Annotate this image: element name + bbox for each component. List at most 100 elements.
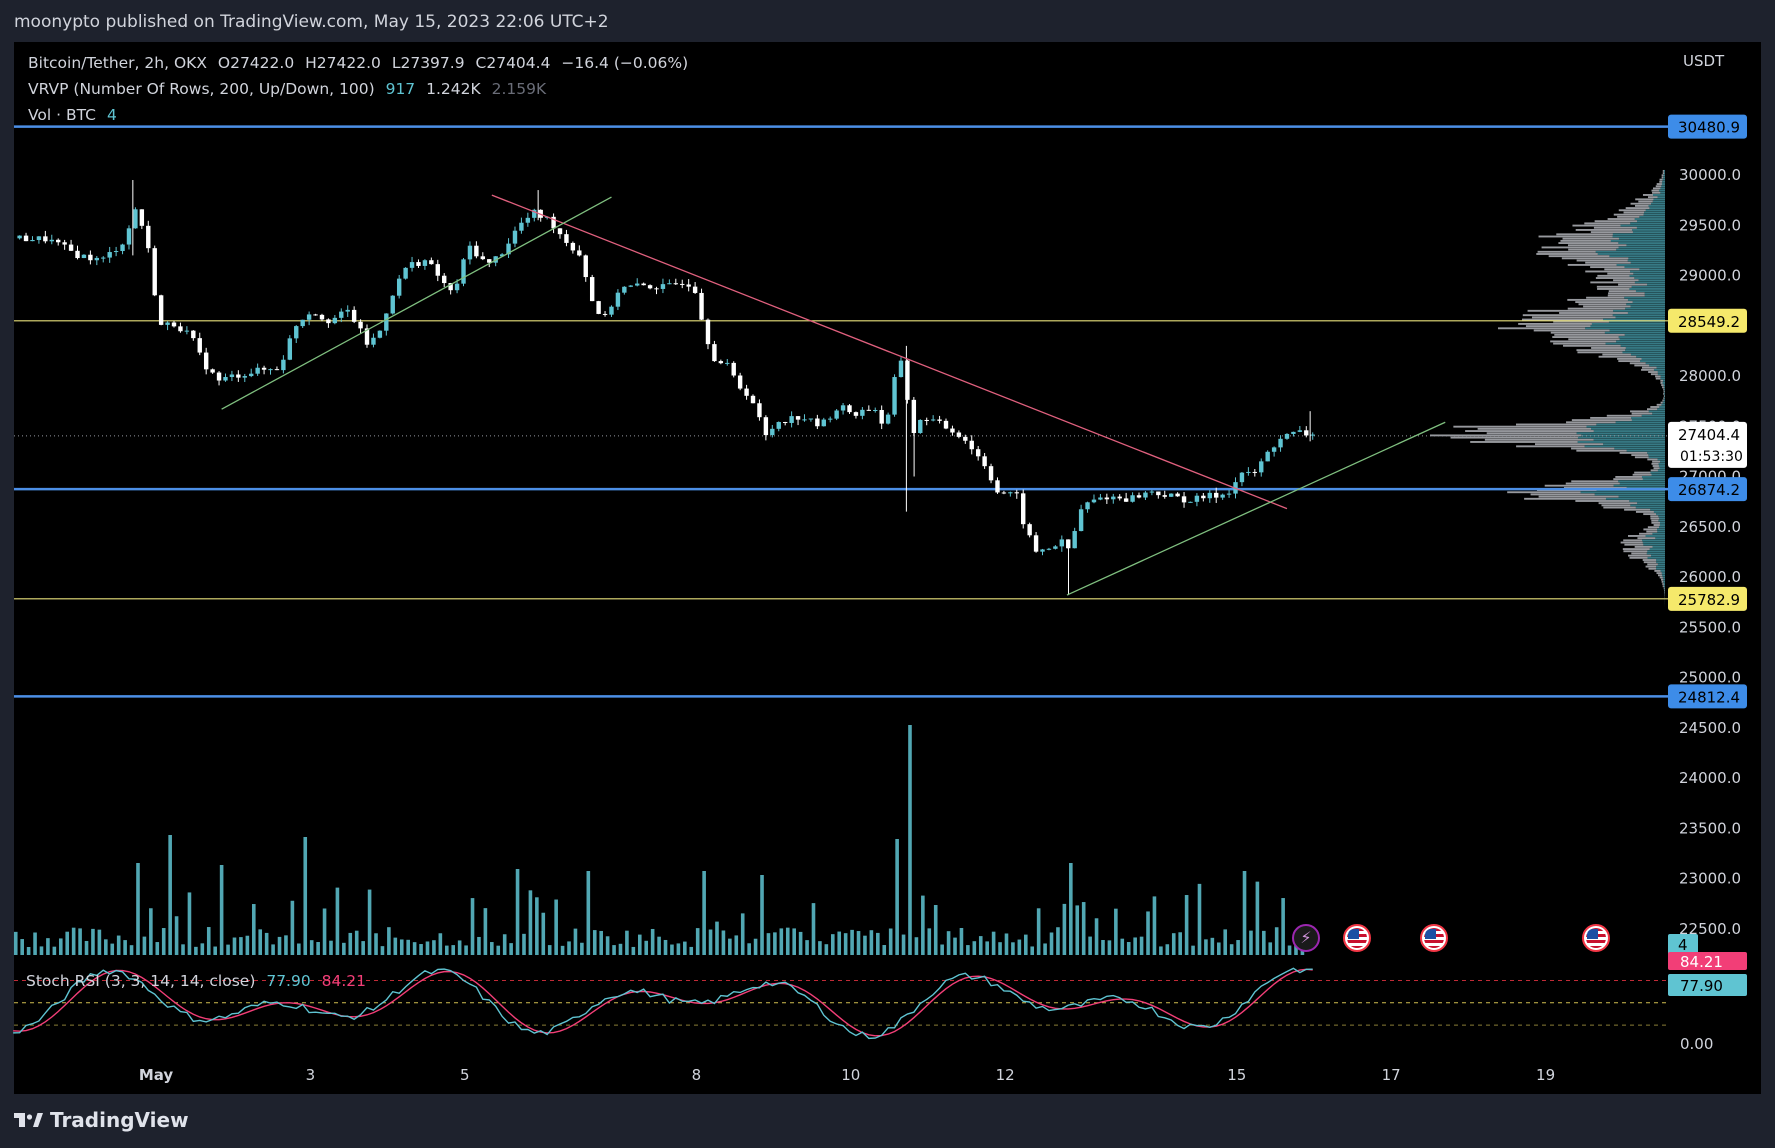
vrvp-row-up (1618, 242, 1665, 244)
volume-bar (734, 935, 739, 955)
stoch-label[interactable]: Stoch RSI (3, 3, 14, 14, close) (26, 972, 255, 990)
vrvp-row-down (1648, 567, 1657, 570)
candle-down (680, 283, 685, 285)
volume-bar (1281, 898, 1285, 955)
vrvp-row-up (1595, 250, 1665, 253)
volume-bar (361, 941, 365, 955)
candle-down (782, 422, 788, 424)
vrvp-row-down (1598, 502, 1638, 505)
candle-up (635, 283, 640, 286)
vrvp-row-up (1652, 412, 1665, 415)
candle-up (1284, 433, 1290, 439)
candle-down (319, 314, 325, 320)
stoch-d-value: 84.21 (321, 972, 367, 990)
volume-bar (914, 937, 919, 955)
volume-bar (1287, 945, 1292, 955)
vrvp-row-down (1652, 460, 1661, 463)
volume-bar (245, 935, 250, 955)
vrvp-row-up (1630, 270, 1665, 273)
vrvp-row-up (1625, 347, 1665, 349)
vrvp-row-up (1648, 456, 1665, 459)
volume-bar (573, 928, 578, 955)
volume-bar (412, 942, 417, 955)
candle-up (776, 422, 781, 429)
candle-down (146, 225, 151, 249)
candle-up (249, 373, 254, 377)
time-tick-label: 3 (306, 1066, 316, 1084)
volume-bar (142, 936, 147, 955)
vrvp-row-up (1625, 349, 1665, 352)
volume-bar (747, 943, 751, 955)
vrvp-row-down (1660, 382, 1663, 384)
volume-bar (1114, 908, 1118, 955)
vrvp-label[interactable]: VRVP (Number Of Rows, 200, Up/Down, 100) (28, 80, 375, 98)
candle-up (1291, 431, 1296, 434)
candle-down (351, 309, 357, 322)
volume-bar (26, 946, 31, 955)
vrvp-row-down (1522, 314, 1613, 317)
candle-down (602, 313, 608, 315)
vrvp-row-down (1638, 200, 1653, 203)
price-tick-label: 24500.0 (1679, 719, 1741, 737)
us-flag-event-icon[interactable] (1420, 924, 1448, 952)
price-tick-label: 29000.0 (1679, 267, 1741, 285)
volume-bar (927, 928, 932, 955)
volume-legend: Vol · BTC 4 (28, 106, 123, 124)
volume-bar (509, 943, 513, 955)
candle-down (56, 239, 61, 243)
currency-label[interactable]: USDT (1683, 52, 1724, 70)
candle-down (596, 301, 601, 314)
candle-down (1201, 495, 1206, 499)
vrvp-row-up (1631, 416, 1665, 419)
vrvp-row-down (1651, 462, 1659, 465)
volume-bar (522, 933, 526, 955)
price-tick-label: 23500.0 (1679, 819, 1741, 837)
candle-up (1271, 447, 1277, 452)
vrvp-row-up (1628, 257, 1665, 260)
volume-bar (1030, 946, 1035, 955)
vrvp-row-down (1578, 303, 1627, 306)
volume-bar (1171, 933, 1176, 955)
volume-bar (843, 933, 848, 955)
vrvp-row-down (1507, 491, 1581, 494)
volume-bar (387, 927, 391, 955)
vrvp-row-down (1571, 447, 1615, 450)
candle-down (1104, 497, 1110, 500)
candle-up (1040, 549, 1045, 552)
trendline (1066, 421, 1446, 596)
vrvp-row-up (1584, 445, 1665, 448)
symbol-label[interactable]: Bitcoin/Tether, 2h, OKX (28, 54, 207, 72)
vrvp-row-up (1653, 368, 1665, 371)
us-flag-event-icon[interactable] (1582, 924, 1610, 952)
vrvp-row-down (1629, 556, 1648, 559)
vrvp-row-up (1624, 266, 1665, 269)
volume-bar (1049, 932, 1054, 955)
tradingview-logo[interactable]: TradingView (14, 1108, 189, 1132)
volume-bar (187, 892, 192, 955)
stoch-k-value: 77.90 (266, 972, 311, 990)
vrvp-row-down (1642, 366, 1657, 369)
level-price-tag-text: 28549.2 (1678, 313, 1740, 331)
volume-bar (374, 933, 378, 955)
vrvp-row-down (1630, 410, 1649, 413)
candle-up (184, 330, 190, 332)
candle-up (1078, 509, 1084, 532)
vrvp-row-up (1656, 561, 1665, 564)
volume-bar (129, 945, 134, 955)
close-value: 27404.4 (486, 54, 551, 72)
volume-bar (991, 931, 996, 955)
vrvp-row-down (1553, 342, 1606, 345)
candle-up (229, 374, 235, 378)
us-flag-event-icon[interactable] (1343, 924, 1371, 952)
candle-up (396, 278, 402, 296)
vrvp-row-down (1647, 408, 1658, 411)
volume-label[interactable]: Vol · BTC (28, 106, 96, 124)
vrvp-row-down (1571, 480, 1619, 483)
candle-down (1001, 492, 1007, 494)
candle-up (467, 245, 473, 260)
vrvp-row-down (1593, 226, 1637, 229)
vrvp-row-down (1560, 239, 1611, 242)
lightning-event-icon[interactable]: ⚡ (1292, 924, 1320, 952)
vrvp-row-up (1659, 467, 1665, 470)
volume-bar (560, 945, 565, 955)
